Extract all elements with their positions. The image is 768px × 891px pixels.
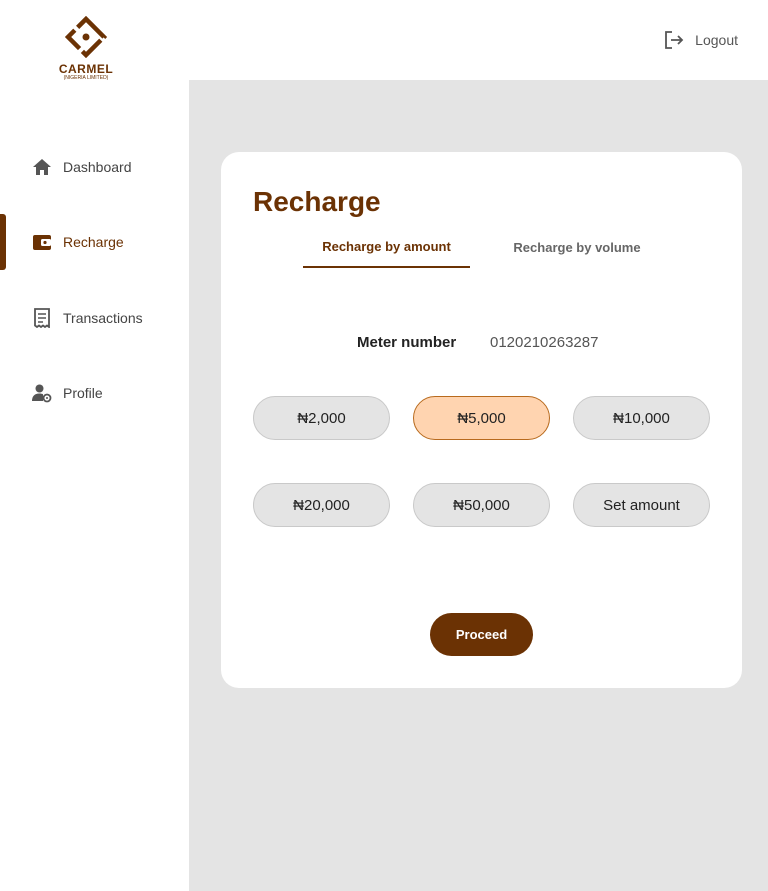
active-indicator [0,214,6,270]
sidebar-item-recharge[interactable]: Recharge [0,214,189,270]
home-icon [32,157,52,177]
receipt-icon [32,308,52,328]
meter-number-label: Meter number [357,334,457,351]
sidebar-item-dashboard[interactable]: Dashboard [0,139,189,195]
user-settings-icon [32,383,52,403]
wallet-icon [32,232,52,252]
set-amount-button[interactable]: Set amount [573,483,710,527]
amount-option-10000[interactable]: ₦10,000 [573,396,710,440]
amount-option-50000[interactable]: ₦50,000 [413,483,550,527]
sidebar-item-transactions[interactable]: Transactions [0,290,189,346]
logout-icon [663,29,685,51]
sidebar-item-label: Transactions [63,310,143,326]
sidebar-item-label: Recharge [63,234,124,250]
logout-button[interactable]: Logout [663,28,738,52]
tab-recharge-by-amount[interactable]: Recharge by amount [303,226,470,268]
main-content: Recharge Recharge by amount Recharge by … [189,80,768,891]
amount-option-20000[interactable]: ₦20,000 [253,483,390,527]
logo-wordmark: CARMEL [58,62,114,76]
meter-number-value: 0120210263287 [490,334,599,351]
amount-option-5000[interactable]: ₦5,000 [413,396,550,440]
sidebar-item-label: Profile [63,385,103,401]
recharge-card: Recharge Recharge by amount Recharge by … [221,152,742,688]
sidebar-item-label: Dashboard [63,159,132,175]
logout-label: Logout [695,32,738,48]
tab-recharge-by-volume[interactable]: Recharge by volume [493,226,661,268]
sidebar: Dashboard Recharge Transactions Profile [0,80,189,891]
diamond-logo-icon [65,16,107,58]
proceed-button[interactable]: Proceed [430,613,533,656]
page-title: Recharge [253,186,381,217]
company-logo: CARMEL (NIGERIA LIMITED) [54,14,118,81]
amount-option-2000[interactable]: ₦2,000 [253,396,390,440]
sidebar-item-profile[interactable]: Profile [0,365,189,421]
